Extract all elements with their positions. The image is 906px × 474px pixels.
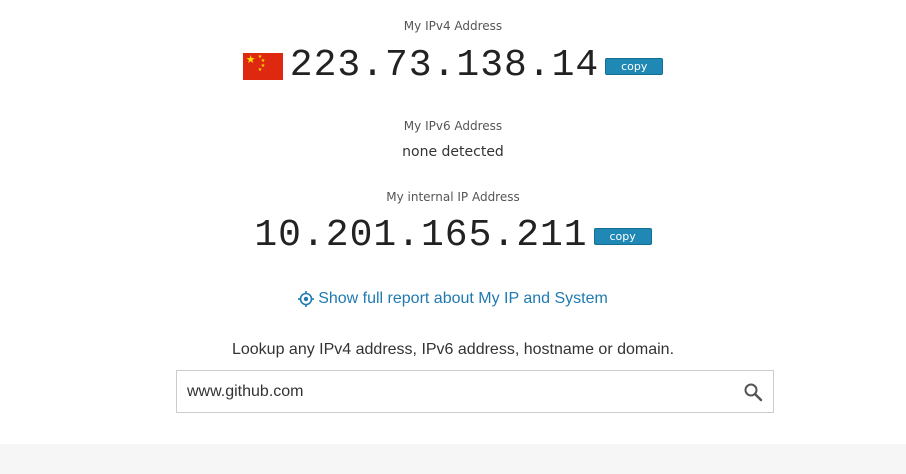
ipv6-value: none detected — [402, 144, 504, 160]
ipv4-address: 223.73.138.14 — [289, 44, 600, 87]
search-icon[interactable] — [743, 382, 763, 402]
footer-band — [0, 444, 906, 474]
ip-info-page: My IPv4 Address ★ ★ ★ ★ ★ 223.73.138.14 … — [0, 0, 906, 474]
show-full-report-link[interactable]: Show full report about My IP and System — [0, 290, 906, 308]
internal-ip-caption: My internal IP Address — [386, 190, 520, 204]
target-icon — [298, 291, 315, 307]
china-flag-icon: ★ ★ ★ ★ ★ — [242, 52, 283, 80]
ipv4-caption: My IPv4 Address — [403, 19, 503, 33]
ipv6-caption: My IPv6 Address — [403, 119, 503, 133]
copy-ipv4-button[interactable]: copy — [605, 57, 664, 75]
ipv4-row: ★ ★ ★ ★ ★ 223.73.138.14 copy — [0, 46, 906, 86]
internal-ip-row: 10.201.165.211 copy — [0, 216, 906, 256]
lookup-label: Lookup any IPv4 address, IPv6 address, h… — [231, 341, 675, 358]
lookup-search-input[interactable] — [187, 371, 727, 412]
lookup-search-box — [176, 370, 774, 413]
internal-ip-address: 10.201.165.211 — [254, 214, 588, 257]
copy-internal-ip-button[interactable]: copy — [593, 227, 652, 245]
show-full-report-label: Show full report about My IP and System — [318, 290, 608, 307]
